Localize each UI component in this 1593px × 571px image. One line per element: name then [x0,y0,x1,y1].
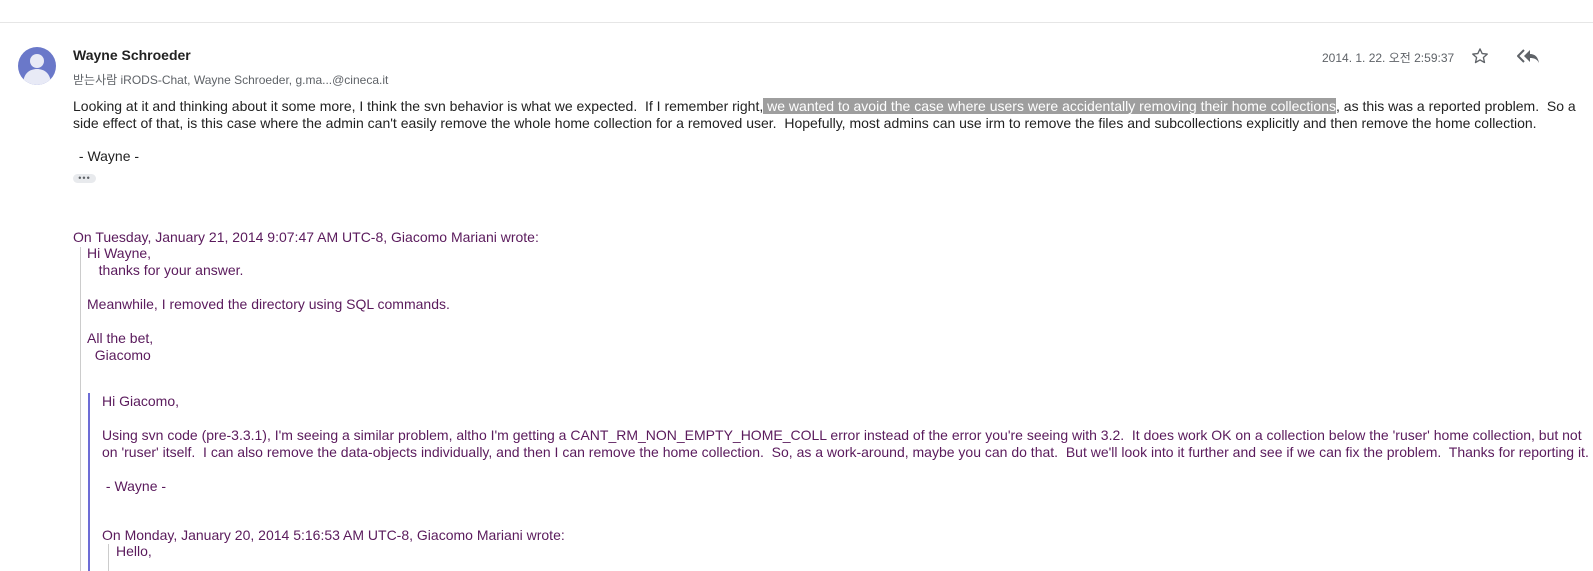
quote-attribution-1: On Tuesday, January 21, 2014 9:07:47 AM … [73,229,539,245]
reply-all-icon[interactable] [1516,46,1540,66]
quote-bar-1 [80,247,81,571]
person-avatar-icon[interactable] [18,47,56,85]
ellipsis-icon: ••• [78,173,91,183]
quote-bar-2 [88,393,90,571]
signature: - Wayne - [75,148,140,164]
message-date: 2014. 1. 22. 오전 2:59:37 [1322,51,1455,65]
body-text-part1: Looking at it and thinking about it some… [73,98,764,114]
recipients-line: 받는사람 iRODS-Chat, Wayne Schroeder, g.ma..… [73,73,389,87]
selected-text-highlight: we wanted to avoid the case where users … [763,98,1336,114]
quote-attribution-2: On Monday, January 20, 2014 5:16:53 AM U… [102,527,565,543]
header-divider [0,22,1593,23]
star-outline-icon[interactable] [1470,46,1490,66]
show-trimmed-content-button[interactable]: ••• [73,174,96,183]
quoted-text-3: Hello, [116,543,152,559]
quoted-text-2: Hi Giacomo, Using svn code (pre-3.3.1), … [102,393,1589,494]
quoted-text-1: Hi Wayne, thanks for your answer. Meanwh… [87,245,450,363]
quote-bar-3 [108,544,109,571]
message-body: Looking at it and thinking about it some… [73,98,1593,132]
sender-name[interactable]: Wayne Schroeder [73,47,191,63]
